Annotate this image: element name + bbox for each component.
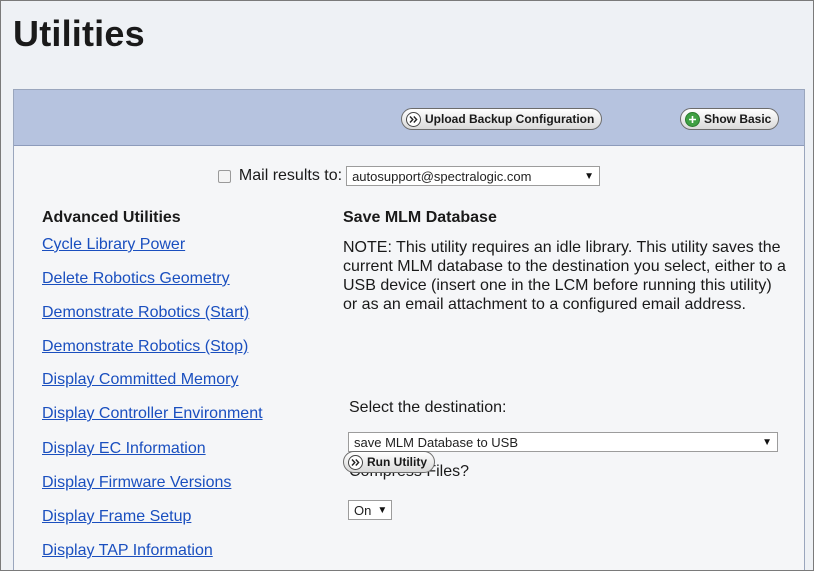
destination-value: save MLM Database to USB: [354, 434, 519, 450]
dropdown-arrow-icon: ▼: [377, 504, 388, 516]
run-utility-label: Run Utility: [367, 455, 427, 469]
link-delete-robotics-geometry[interactable]: Delete Robotics Geometry: [42, 269, 230, 289]
dropdown-arrow-icon: ▼: [584, 170, 595, 182]
utility-note: NOTE: This utility requires an idle libr…: [343, 239, 786, 313]
advanced-utilities-list: Advanced Utilities Cycle Library Power D…: [42, 209, 332, 559]
upload-backup-configuration-label: Upload Backup Configuration: [425, 112, 595, 126]
show-basic-label: Show Basic: [704, 112, 772, 126]
destination-label: Select the destination:: [349, 399, 507, 416]
upload-backup-configuration-button[interactable]: Upload Backup Configuration: [401, 108, 603, 130]
advanced-utilities-heading: Advanced Utilities: [42, 209, 181, 226]
save-mlm-database-heading: Save MLM Database: [343, 209, 497, 226]
double-chevron-right-icon: [406, 111, 421, 127]
double-chevron-right-icon: [348, 454, 363, 470]
compress-files-select[interactable]: On ▼: [348, 500, 392, 520]
utilities-window: Utilities Upload Backup Configuration Sh…: [0, 0, 814, 571]
utility-detail: Save MLM Database NOTE: This utility req…: [343, 209, 793, 314]
mail-recipient-select[interactable]: autosupport@spectralogic.com ▼: [346, 166, 601, 186]
link-demonstrate-robotics-stop[interactable]: Demonstrate Robotics (Stop): [42, 337, 248, 357]
link-cycle-library-power[interactable]: Cycle Library Power: [42, 235, 185, 255]
panel-toolbar: Upload Backup Configuration Show Basic: [14, 90, 804, 146]
mail-results-label: Mail results to:: [238, 167, 343, 184]
mail-recipient-value: autosupport@spectralogic.com: [352, 168, 532, 184]
link-display-committed-memory[interactable]: Display Committed Memory: [42, 370, 238, 390]
dropdown-arrow-icon: ▼: [762, 436, 772, 448]
page-title: Utilities: [13, 13, 145, 54]
destination-select[interactable]: save MLM Database to USB ▼: [348, 432, 778, 452]
mail-results-row: Mail results to: autosupport@spectralogi…: [14, 164, 804, 188]
link-display-ec-information[interactable]: Display EC Information: [42, 439, 206, 459]
link-display-frame-setup[interactable]: Display Frame Setup: [42, 507, 191, 527]
utilities-panel: Upload Backup Configuration Show Basic M…: [13, 89, 805, 570]
run-utility-button[interactable]: Run Utility: [343, 451, 435, 473]
show-basic-button[interactable]: Show Basic: [680, 108, 780, 130]
mail-results-checkbox[interactable]: [217, 169, 231, 183]
link-display-tap-information[interactable]: Display TAP Information: [42, 541, 213, 561]
link-display-controller-environment[interactable]: Display Controller Environment: [42, 404, 263, 424]
link-demonstrate-robotics-start[interactable]: Demonstrate Robotics (Start): [42, 303, 249, 323]
plus-icon: [685, 111, 700, 127]
compress-files-value: On: [354, 502, 372, 518]
link-display-firmware-versions[interactable]: Display Firmware Versions: [42, 473, 231, 493]
